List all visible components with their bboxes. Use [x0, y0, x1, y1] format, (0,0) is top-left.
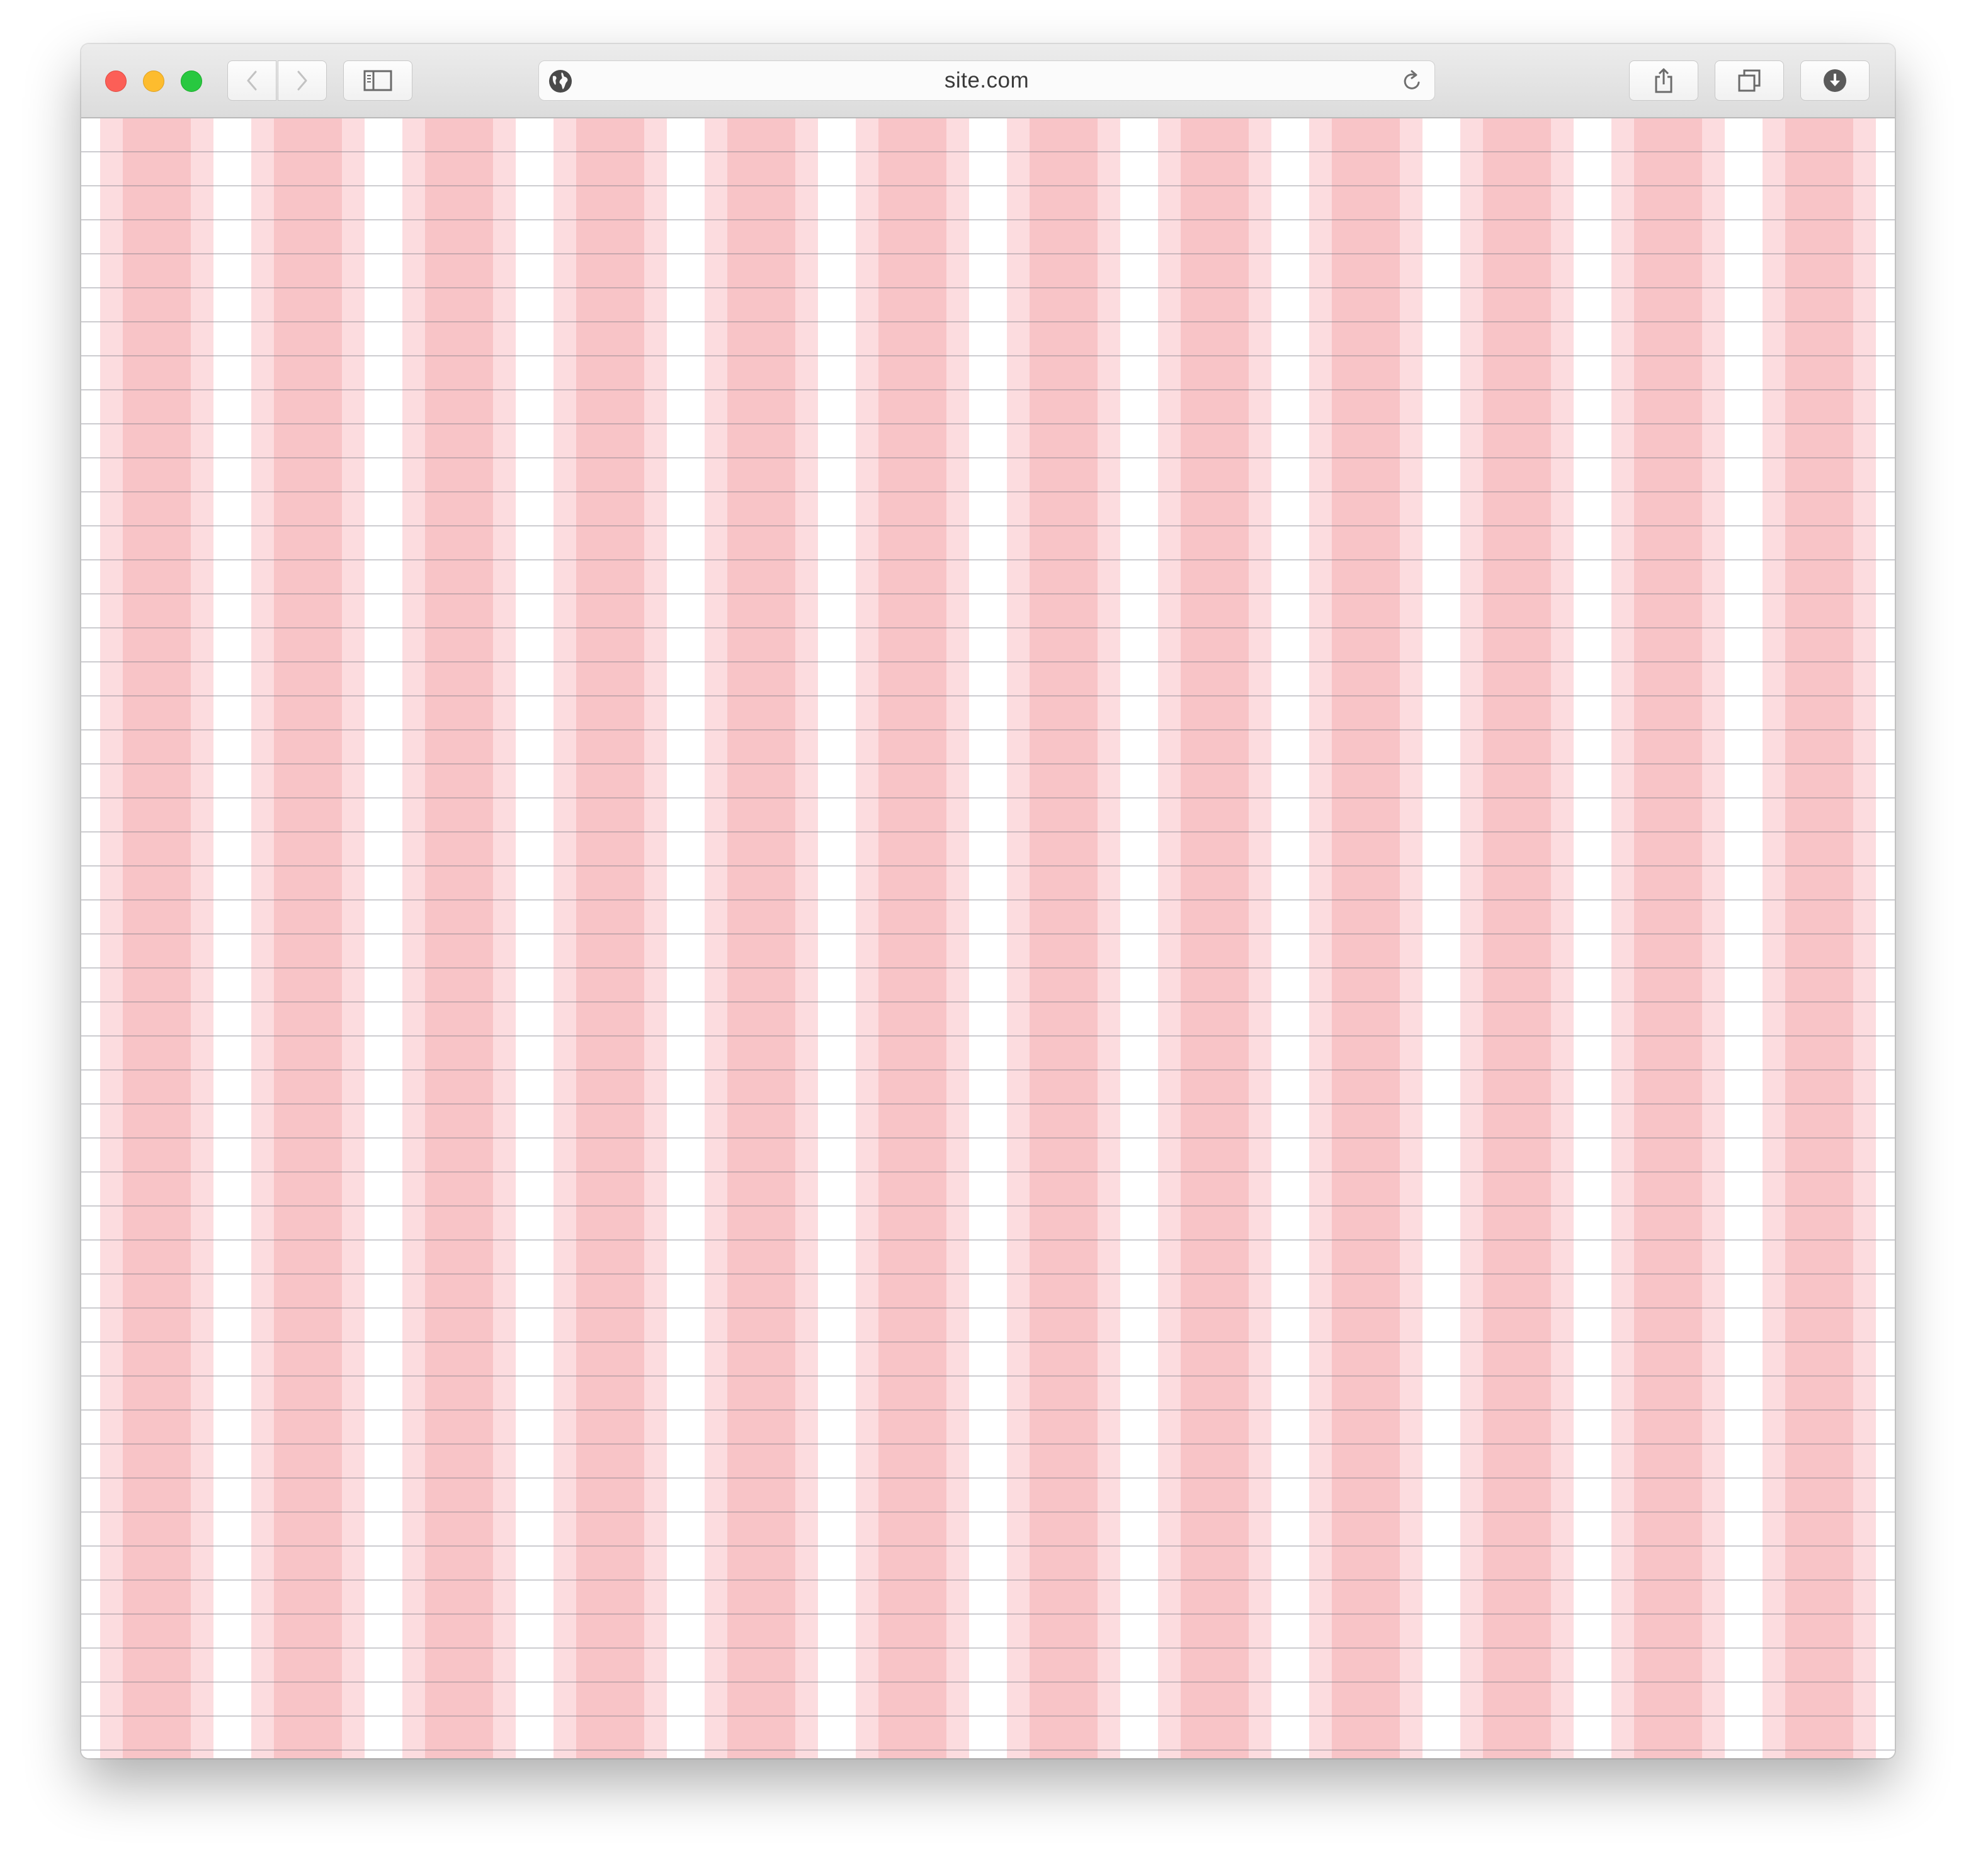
- grid-column: [100, 118, 213, 1758]
- grid-column-core: [425, 118, 493, 1758]
- browser-toolbar: site.com: [81, 44, 1895, 118]
- grid-column: [1611, 118, 1725, 1758]
- grid-column-core: [1785, 118, 1853, 1758]
- grid-column-core: [274, 118, 342, 1758]
- url-text[interactable]: site.com: [539, 61, 1434, 100]
- minimize-window-button[interactable]: [143, 71, 164, 92]
- tabs-overview-button[interactable]: [1715, 60, 1784, 101]
- grid-column-core: [727, 118, 795, 1758]
- grid-column: [1158, 118, 1271, 1758]
- grid-column: [554, 118, 667, 1758]
- grid-column: [1460, 118, 1574, 1758]
- grid-column: [1763, 118, 1876, 1758]
- tabs-overview-icon: [1738, 69, 1761, 92]
- grid-column-core: [1181, 118, 1249, 1758]
- forward-button[interactable]: [278, 60, 327, 101]
- grid-column: [856, 118, 969, 1758]
- grid-column-core: [576, 118, 644, 1758]
- close-window-button[interactable]: [105, 71, 127, 92]
- sidebar-icon: [363, 70, 392, 91]
- chevron-left-icon: [247, 71, 257, 91]
- grid-column-core: [1483, 118, 1551, 1758]
- browser-window: site.com: [81, 44, 1895, 1758]
- grid-column: [402, 118, 516, 1758]
- grid-column-core: [123, 118, 191, 1758]
- share-button[interactable]: [1629, 60, 1698, 101]
- grid-column-core: [1634, 118, 1702, 1758]
- grid-column: [251, 118, 365, 1758]
- grid-column: [1309, 118, 1422, 1758]
- downloads-button[interactable]: [1800, 60, 1870, 101]
- share-icon: [1655, 68, 1672, 93]
- download-icon: [1824, 69, 1846, 92]
- maximize-window-button[interactable]: [181, 71, 202, 92]
- grid-column-core: [1332, 118, 1400, 1758]
- grid-column-core: [878, 118, 946, 1758]
- chevron-right-icon: [297, 71, 307, 91]
- grid-column-core: [1030, 118, 1098, 1758]
- grid-column: [705, 118, 818, 1758]
- grid-column: [1007, 118, 1120, 1758]
- reload-icon[interactable]: [1399, 69, 1424, 94]
- page-viewport[interactable]: [81, 118, 1895, 1758]
- back-button[interactable]: [227, 60, 276, 101]
- sidebar-toggle-button[interactable]: [343, 60, 412, 101]
- address-bar[interactable]: site.com: [538, 60, 1435, 101]
